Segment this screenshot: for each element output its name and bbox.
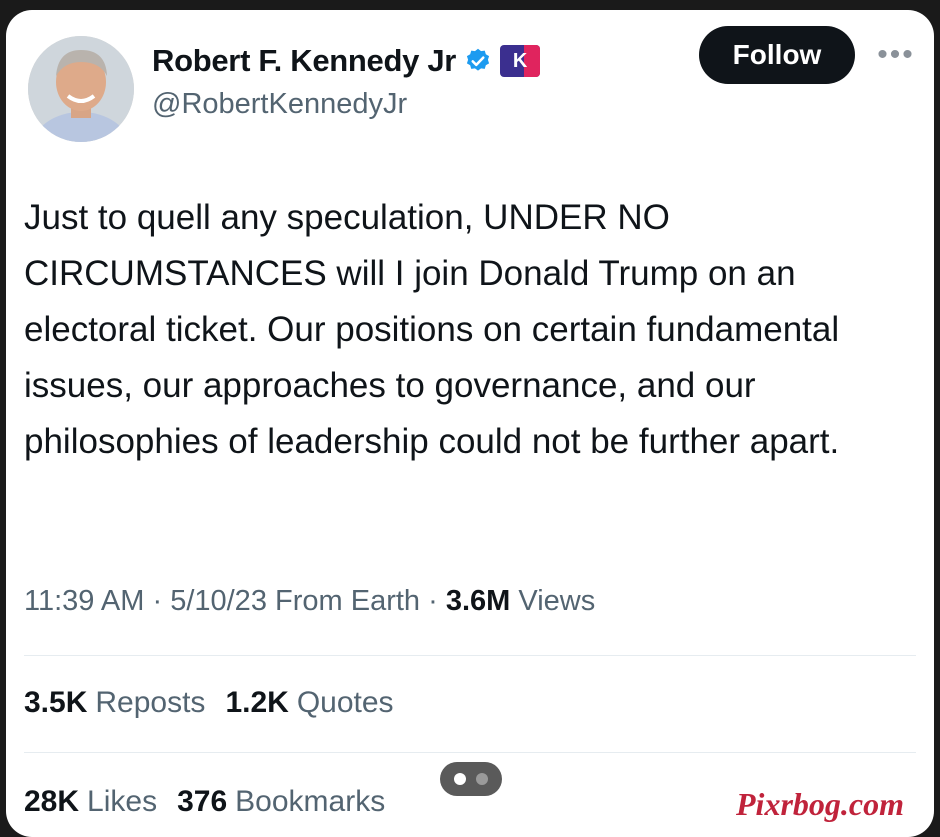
image-pager[interactable] bbox=[440, 762, 502, 796]
more-options-icon[interactable]: ••• bbox=[874, 38, 918, 71]
quotes-stat[interactable]: 1.2K Quotes bbox=[225, 686, 393, 720]
tweet-text: Just to quell any speculation, UNDER NO … bbox=[24, 198, 840, 461]
quotes-label: Quotes bbox=[296, 686, 394, 719]
avatar-photo bbox=[28, 36, 134, 142]
author-handle[interactable]: @RobertKennedyJr bbox=[152, 88, 407, 121]
avatar[interactable] bbox=[28, 36, 134, 142]
tweet-card: Robert F. Kennedy Jr K @RobertKennedyJr … bbox=[6, 10, 934, 837]
reposts-label: Reposts bbox=[95, 686, 206, 719]
pager-dot-active[interactable] bbox=[454, 773, 466, 785]
quotes-count: 1.2K bbox=[225, 686, 289, 719]
tweet-date[interactable]: 5/10/23 bbox=[170, 585, 267, 617]
engagement-stats-row: 3.5K Reposts 1.2K Quotes bbox=[24, 686, 394, 720]
watermark: Pixrbog.com bbox=[736, 786, 904, 822]
pager-dot[interactable] bbox=[476, 773, 488, 785]
tweet-time[interactable]: 11:39 AM bbox=[24, 585, 144, 617]
verified-badge-icon bbox=[466, 48, 490, 71]
affiliate-badge-label: K bbox=[512, 49, 528, 72]
bookmarks-label: Bookmarks bbox=[235, 785, 386, 818]
author-name-row: Robert F. Kennedy Jr K bbox=[152, 40, 541, 82]
affiliate-badge-icon[interactable]: K bbox=[500, 45, 541, 77]
author-name[interactable]: Robert F. Kennedy Jr bbox=[152, 43, 456, 79]
reposts-count: 3.5K bbox=[24, 686, 88, 719]
divider bbox=[24, 752, 916, 753]
likes-stat[interactable]: 28K Likes bbox=[24, 785, 157, 819]
bookmarks-stat[interactable]: 376 Bookmarks bbox=[177, 785, 385, 819]
engagement-stats-row: 28K Likes 376 Bookmarks bbox=[24, 785, 385, 819]
divider bbox=[24, 655, 916, 656]
bookmarks-count: 376 bbox=[177, 785, 228, 818]
reposts-stat[interactable]: 3.5K Reposts bbox=[24, 686, 205, 720]
meta-separator: · bbox=[428, 585, 438, 617]
tweet-meta: 11:39 AM · 5/10/23 From Earth · 3.6M Vie… bbox=[24, 585, 595, 618]
likes-count: 28K bbox=[24, 785, 80, 818]
views-count: 3.6M bbox=[445, 585, 511, 617]
tweet-source: From Earth bbox=[275, 585, 421, 617]
meta-separator: · bbox=[152, 585, 163, 617]
views-label: Views bbox=[518, 585, 596, 617]
follow-button[interactable]: Follow bbox=[699, 26, 855, 84]
likes-label: Likes bbox=[87, 785, 158, 818]
